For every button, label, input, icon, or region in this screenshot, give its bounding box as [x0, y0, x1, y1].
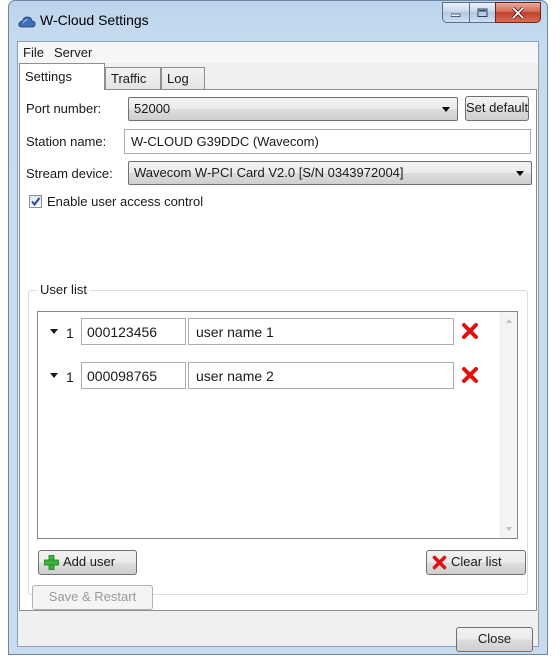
user-id-field[interactable]: 000123456 [81, 318, 186, 345]
user-row-number: 1 [66, 325, 74, 341]
set-default-button[interactable]: Set default [465, 96, 529, 121]
expander-icon[interactable] [50, 329, 58, 334]
add-user-button[interactable]: Add user [38, 550, 137, 575]
user-list-group: User list 1 000123456 user name 1 1 0000… [28, 282, 528, 595]
list-item: 1 000123456 user name 1 [38, 318, 478, 346]
user-list[interactable]: 1 000123456 user name 1 1 000098765 user… [37, 311, 518, 539]
tab-traffic[interactable]: Traffic [105, 67, 161, 89]
station-name-label: Station name: [26, 134, 107, 149]
maximize-button[interactable] [469, 2, 495, 23]
user-list-title: User list [37, 282, 90, 297]
cloud-icon [18, 16, 36, 28]
user-name-field[interactable]: user name 2 [188, 362, 454, 389]
delete-user-icon[interactable] [461, 366, 479, 384]
save-restart-button[interactable]: Save & Restart [32, 585, 153, 610]
close-icon [511, 6, 525, 19]
stream-device-combo[interactable]: Wavecom W-PCI Card V2.0 [S/N 0343972004] [128, 161, 532, 185]
menu-server[interactable]: Server [54, 45, 92, 60]
user-row-number: 1 [66, 369, 74, 385]
port-number-label: Port number: [26, 101, 102, 116]
menu-bar: File Server [18, 42, 538, 63]
close-button[interactable]: Close [456, 627, 533, 652]
menu-file[interactable]: File [23, 45, 44, 60]
tab-log[interactable]: Log [161, 67, 205, 89]
access-control-checkbox[interactable] [29, 195, 42, 208]
tab-settings[interactable]: Settings [19, 63, 105, 90]
maximize-icon [477, 8, 488, 17]
title-bar[interactable]: W-Cloud Settings [9, 1, 547, 41]
settings-panel: Port number: 52000 Set default Station n… [19, 89, 537, 611]
stream-device-value: Wavecom W-PCI Card V2.0 [S/N 0343972004] [134, 165, 404, 180]
close-window-button[interactable] [495, 2, 541, 23]
minimize-icon [451, 13, 461, 17]
settings-window: W-Cloud Settings File Server Settings Tr… [8, 0, 548, 655]
chevron-down-icon [516, 171, 524, 176]
user-id-field[interactable]: 000098765 [81, 362, 186, 389]
add-user-label: Add user [63, 554, 116, 569]
user-name-field[interactable]: user name 1 [188, 318, 454, 345]
clear-list-button[interactable]: Clear list [426, 550, 526, 575]
plus-icon [44, 555, 59, 570]
minimize-button[interactable] [442, 2, 469, 23]
clear-icon [432, 555, 447, 570]
station-name-field[interactable]: W-CLOUD G39DDC (Wavecom) [124, 129, 531, 154]
clear-list-label: Clear list [451, 554, 502, 569]
access-control-label[interactable]: Enable user access control [47, 194, 203, 209]
tab-strip: Settings Traffic Log [18, 63, 538, 90]
delete-user-icon[interactable] [461, 322, 479, 340]
window-title: W-Cloud Settings [40, 12, 149, 28]
port-number-combo[interactable]: 52000 [128, 97, 458, 121]
list-item: 1 000098765 user name 2 [38, 362, 478, 390]
checkmark-icon [31, 197, 41, 207]
port-number-value: 52000 [134, 101, 171, 116]
scroll-down-icon[interactable] [506, 527, 512, 531]
caption-buttons [442, 2, 541, 24]
chevron-down-icon [442, 107, 450, 112]
user-list-scrollbar[interactable] [500, 312, 517, 538]
scroll-up-icon[interactable] [506, 319, 512, 323]
expander-icon[interactable] [50, 373, 58, 378]
client-area: File Server Settings Traffic Log Port nu… [17, 41, 539, 652]
stream-device-label: Stream device: [26, 166, 113, 181]
